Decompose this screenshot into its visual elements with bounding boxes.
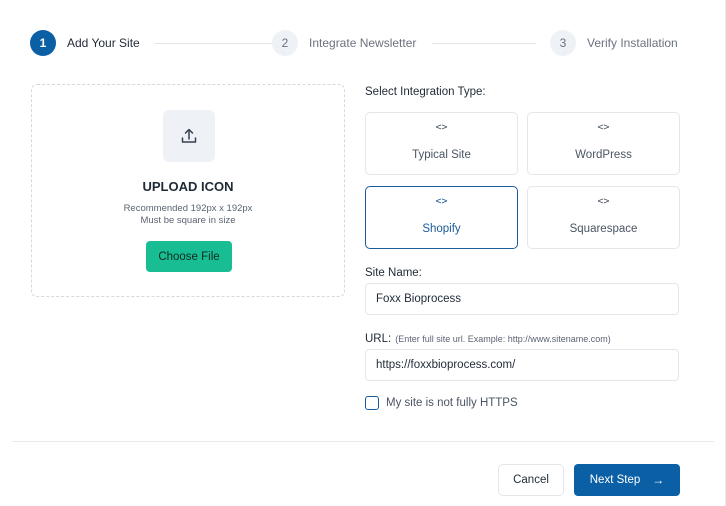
next-step-button[interactable]: Next Step → — [574, 464, 680, 496]
site-name-label: Site Name: — [365, 267, 422, 279]
step-number: 1 — [30, 30, 56, 56]
step-number: 3 — [550, 30, 576, 56]
add-site-wizard: 1 Add Your Site 2 Integrate Newsletter 3… — [0, 0, 726, 506]
stepper: 1 Add Your Site 2 Integrate Newsletter 3… — [30, 30, 690, 58]
icon-upload-dropzone[interactable]: UPLOAD ICON Recommended 192px x 192px Mu… — [31, 84, 345, 297]
code-icon: <> — [597, 122, 610, 133]
https-checkbox[interactable] — [365, 396, 379, 410]
step-add-your-site[interactable]: 1 Add Your Site — [30, 30, 140, 56]
code-icon: <> — [597, 196, 610, 207]
code-icon: <> — [435, 196, 448, 207]
https-checkbox-label: My site is not fully HTTPS — [386, 397, 518, 409]
url-input[interactable]: https://foxxbioprocess.com/ — [365, 349, 679, 381]
step-verify-installation[interactable]: 3 Verify Installation — [550, 30, 678, 56]
integration-option-squarespace[interactable]: <> Squarespace — [527, 186, 680, 249]
integration-option-shopify[interactable]: <> Shopify — [365, 186, 518, 249]
integration-option-label: Shopify — [422, 223, 461, 235]
integration-option-typical-site[interactable]: <> Typical Site — [365, 112, 518, 175]
upload-icon — [163, 110, 215, 162]
step-connector — [154, 43, 288, 44]
integration-option-label: Typical Site — [412, 149, 471, 161]
upload-square-note: Must be square in size — [140, 215, 236, 226]
step-integrate-newsletter[interactable]: 2 Integrate Newsletter — [272, 30, 416, 56]
arrow-right-icon: → — [652, 473, 665, 487]
footer-divider — [12, 441, 714, 442]
choose-file-button[interactable]: Choose File — [146, 241, 232, 272]
step-label: Add Your Site — [67, 36, 140, 50]
integration-option-label: Squarespace — [569, 223, 638, 235]
cancel-button[interactable]: Cancel — [498, 464, 564, 496]
url-label-row: URL: (Enter full site url. Example: http:… — [365, 333, 611, 345]
code-icon: <> — [435, 122, 448, 133]
upload-recommended-size: Recommended 192px x 192px — [123, 203, 253, 214]
integration-option-wordpress[interactable]: <> WordPress — [527, 112, 680, 175]
url-label: URL: — [365, 333, 392, 345]
next-step-label: Next Step — [589, 474, 641, 486]
step-connector — [432, 43, 536, 44]
url-hint: (Enter full site url. Example: http://ww… — [395, 334, 611, 344]
integration-option-label: WordPress — [575, 149, 632, 161]
step-label: Verify Installation — [587, 36, 678, 50]
step-label: Integrate Newsletter — [309, 36, 417, 50]
upload-title: UPLOAD ICON — [142, 179, 234, 194]
step-number: 2 — [272, 30, 298, 56]
integration-type-label: Select Integration Type: — [365, 86, 486, 98]
https-checkbox-row[interactable]: My site is not fully HTTPS — [365, 396, 518, 410]
site-name-input[interactable]: Foxx Bioprocess — [365, 283, 679, 315]
